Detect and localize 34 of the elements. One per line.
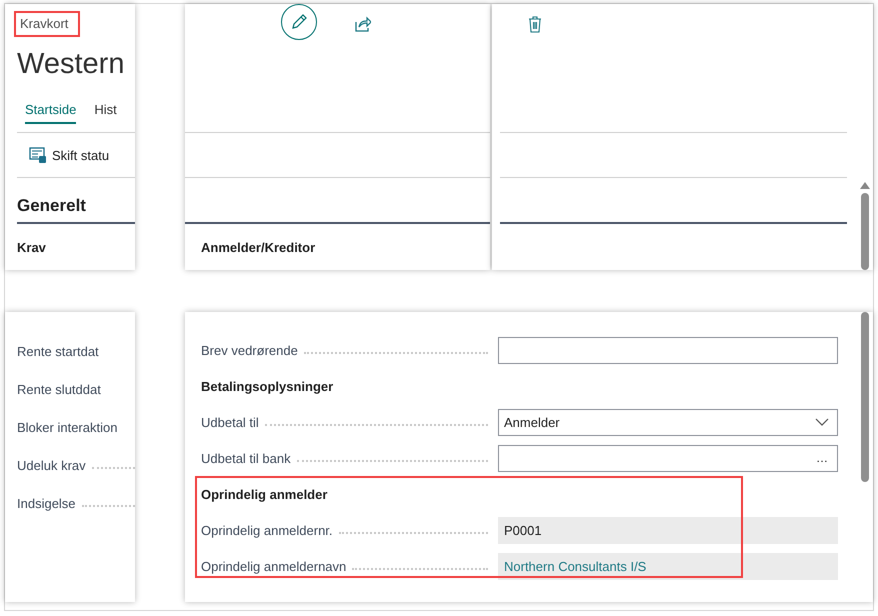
group-heading: Oprindelig anmelder [201, 486, 328, 502]
field-label: Rente slutddat [17, 382, 101, 396]
dropdown-field[interactable]: Anmelder [498, 408, 838, 436]
field-label: Oprindelig anmeldernavn [201, 558, 346, 574]
readonly-field: P0001 [498, 516, 838, 544]
subsection-heading: Anmelder/Kreditor [201, 240, 316, 254]
lookup-field[interactable]: … [498, 444, 838, 472]
subsection-heading: Krav [17, 240, 46, 254]
delete-icon[interactable] [528, 16, 542, 32]
scroll-up-icon[interactable] [860, 182, 870, 189]
readonly-field: Northern Consultants I/S [498, 552, 838, 580]
field-label: Udeluk krav [17, 458, 86, 472]
status-icon [29, 146, 47, 164]
change-status-action[interactable]: Skift statu [29, 146, 110, 164]
tab[interactable]: Startside [25, 102, 76, 124]
section-heading[interactable]: Generelt [17, 196, 86, 216]
field-label: Udbetal til bank [201, 450, 291, 466]
field-label: Indsigelse [17, 496, 76, 510]
field-label: Udbetal til [201, 414, 259, 430]
tab[interactable]: Hist [94, 102, 117, 124]
pencil-icon [290, 13, 308, 31]
scrollbar-thumb[interactable] [861, 193, 869, 270]
input-field[interactable] [498, 336, 838, 364]
field-label: Bloker interaktion [17, 420, 118, 434]
edit-button[interactable] [281, 4, 317, 40]
share-icon[interactable] [355, 16, 371, 32]
chevron-down-icon [815, 418, 829, 426]
field-label: Rente startdat [17, 344, 99, 358]
breadcrumb[interactable]: Kravkort [14, 11, 80, 37]
page-title: Western [17, 48, 124, 80]
field-label: Oprindelig anmeldernr. [201, 522, 333, 538]
field-label: Brev vedrørende [201, 342, 298, 358]
scrollbar-thumb[interactable] [861, 312, 869, 482]
group-heading: Betalingsoplysninger [201, 378, 334, 394]
